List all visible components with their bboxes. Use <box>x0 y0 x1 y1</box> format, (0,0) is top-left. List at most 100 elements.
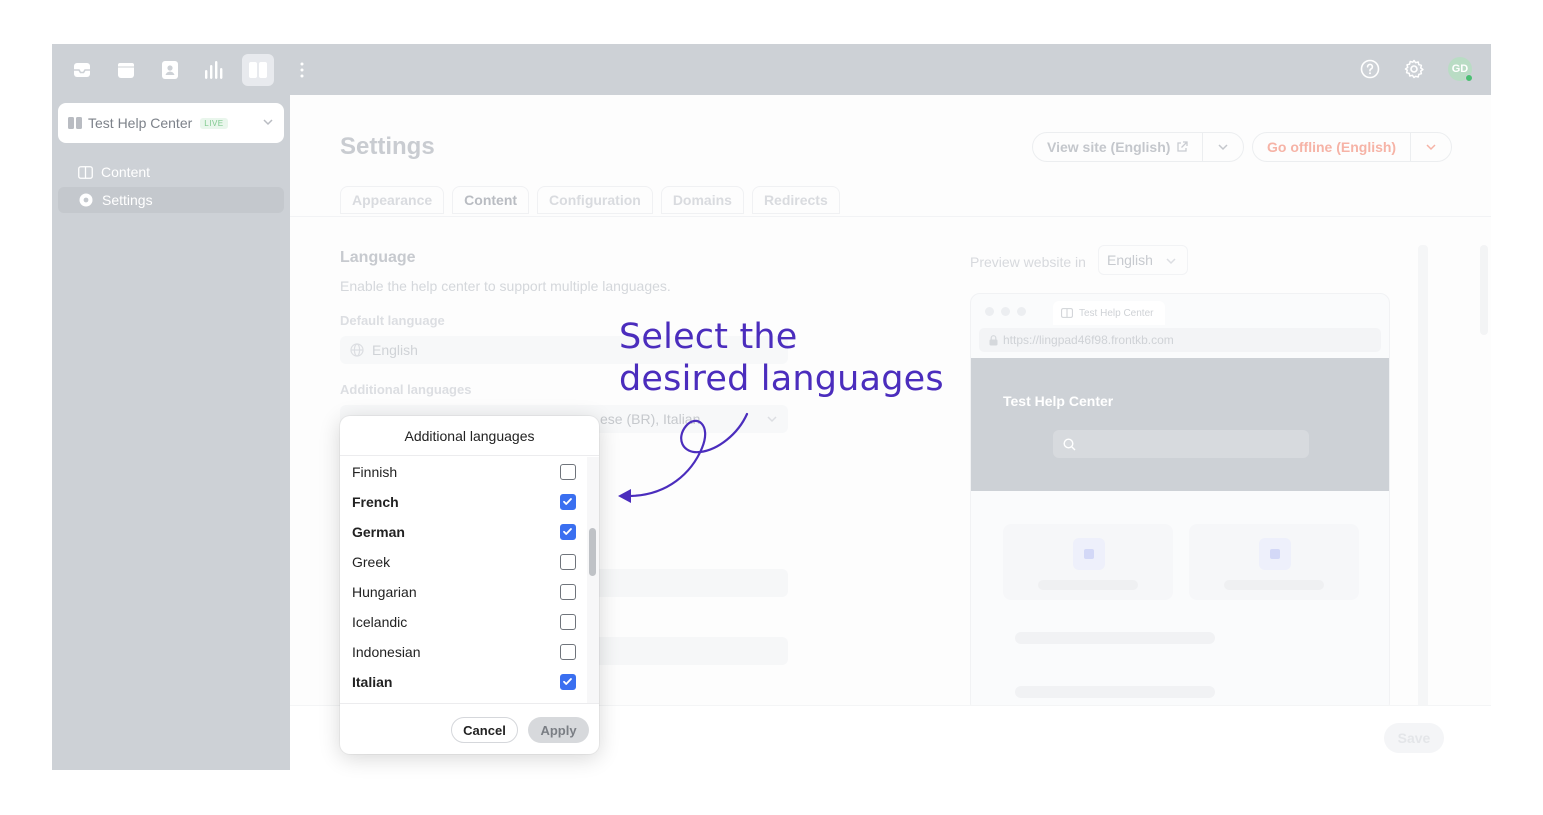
chevron-down-icon <box>1218 144 1228 151</box>
sidebar-item-content[interactable]: Content <box>58 159 284 185</box>
language-name: French <box>352 494 399 510</box>
preview-card <box>1003 524 1173 600</box>
gear-icon[interactable] <box>1401 56 1427 82</box>
help-center-selector[interactable]: Test Help Center LIVE <box>58 103 284 143</box>
knowledge-base-icon[interactable] <box>242 54 274 86</box>
list-item[interactable]: Hungarian <box>352 577 576 607</box>
tab-appearance[interactable]: Appearance <box>340 186 445 214</box>
contacts-icon[interactable] <box>154 54 186 86</box>
tutorial-annotation: Select the desired languages <box>619 316 944 400</box>
check-icon <box>563 678 572 685</box>
placeholder-row <box>590 637 788 665</box>
help-icon[interactable] <box>1357 56 1383 82</box>
list-item[interactable]: Finnish <box>352 457 576 487</box>
additional-languages-popover: Additional languages Finnish French Germ… <box>340 416 599 754</box>
list-item[interactable]: Italian <box>352 667 576 697</box>
window-dot <box>1017 307 1026 316</box>
list-item[interactable]: German <box>352 517 576 547</box>
preview-hero-title: Test Help Center <box>1003 393 1114 409</box>
language-name: German <box>352 524 405 540</box>
page-title: Settings <box>340 133 435 160</box>
list-scrollbar-thumb[interactable] <box>589 528 596 576</box>
checkbox[interactable] <box>560 464 576 480</box>
popover-footer: Cancel Apply <box>340 703 599 754</box>
language-section-description: Enable the help center to support multip… <box>340 278 671 294</box>
language-name: Icelandic <box>352 614 408 630</box>
top-bar: GD <box>52 44 1491 95</box>
preview-language-select[interactable]: English <box>1098 245 1188 275</box>
language-name: Indonesian <box>352 644 421 660</box>
go-offline-label: Go offline (English) <box>1267 139 1397 155</box>
go-offline-button[interactable]: Go offline (English) <box>1253 133 1410 161</box>
checkbox[interactable] <box>560 674 576 690</box>
language-name: Finnish <box>352 464 398 480</box>
external-link-icon <box>1177 141 1189 152</box>
sidebar: Test Help Center LIVE Content Settings <box>52 95 290 770</box>
placeholder-line <box>1015 686 1215 698</box>
apply-button[interactable]: Apply <box>528 717 589 743</box>
chevron-down-icon <box>1166 258 1176 265</box>
preview-scrollbar[interactable] <box>1418 245 1428 715</box>
checkbox[interactable] <box>560 554 576 570</box>
language-list: Finnish French German Greek Hungarian Ic… <box>340 457 587 703</box>
checkbox[interactable] <box>560 524 576 540</box>
chevron-down-icon <box>263 119 273 126</box>
divider <box>290 216 1491 217</box>
cancel-button[interactable]: Cancel <box>451 717 518 743</box>
view-site-label: View site (English) <box>1047 139 1171 155</box>
list-scrollbar-track[interactable] <box>587 457 599 703</box>
language-name: Greek <box>352 554 391 570</box>
placeholder-row <box>590 569 788 597</box>
list-item[interactable]: French <box>352 487 576 517</box>
preview-url: https://lingpad46f98.frontkb.com <box>1003 333 1174 347</box>
checkbox[interactable] <box>560 584 576 600</box>
knowledge-base-icon <box>68 117 82 129</box>
view-site-dropdown[interactable] <box>1203 133 1243 161</box>
go-offline-dropdown[interactable] <box>1411 133 1451 161</box>
page-scrollbar[interactable] <box>1480 245 1488 335</box>
save-button[interactable]: Save <box>1384 723 1444 753</box>
view-site-button[interactable]: View site (English) <box>1033 133 1202 161</box>
placeholder-line <box>1038 580 1138 590</box>
tab-domains[interactable]: Domains <box>660 186 744 214</box>
calendar-icon[interactable] <box>110 54 142 86</box>
avatar-initials: GD <box>1451 63 1469 75</box>
list-item[interactable]: Greek <box>352 547 576 577</box>
sidebar-item-label: Settings <box>102 192 153 208</box>
window-dot <box>1001 307 1010 316</box>
preview-card <box>1189 524 1359 600</box>
sidebar-item-settings[interactable]: Settings <box>58 187 284 213</box>
tab-content[interactable]: Content <box>452 186 530 214</box>
checkbox[interactable] <box>560 644 576 660</box>
check-icon <box>563 498 572 505</box>
category-icon <box>1073 538 1105 570</box>
more-icon[interactable] <box>286 54 318 86</box>
list-item[interactable]: Indonesian <box>352 637 576 667</box>
checkbox[interactable] <box>560 614 576 630</box>
book-icon <box>1061 308 1073 318</box>
go-offline-button-group: Go offline (English) <box>1252 132 1453 162</box>
language-name: Hungarian <box>352 584 417 600</box>
list-item[interactable]: Icelandic <box>352 607 576 637</box>
default-language-label: Default language <box>340 313 445 328</box>
chevron-down-icon <box>767 416 777 423</box>
preview-hero: Test Help Center <box>971 358 1389 491</box>
lock-icon <box>989 334 998 345</box>
additional-languages-label: Additional languages <box>340 382 472 397</box>
tab-configuration[interactable]: Configuration <box>537 186 653 214</box>
preview-search-bar <box>1053 430 1309 458</box>
preview-browser-tab: Test Help Center <box>1053 301 1165 325</box>
checkbox[interactable] <box>560 494 576 510</box>
search-icon <box>1063 437 1076 450</box>
inbox-icon[interactable] <box>66 54 98 86</box>
chevron-down-icon <box>1426 144 1436 151</box>
preview-language-value: English <box>1107 252 1153 268</box>
view-site-button-group: View site (English) <box>1032 132 1245 162</box>
placeholder-line <box>1224 580 1324 590</box>
preview-url-bar: https://lingpad46f98.frontkb.com <box>979 328 1381 352</box>
default-language-value: English <box>372 342 418 358</box>
app-window: GD Test Help Center LIVE Content Setting… <box>52 44 1491 770</box>
settings-tabs: Appearance Content Configuration Domains… <box>340 186 840 214</box>
analytics-icon[interactable] <box>198 54 230 86</box>
tab-redirects[interactable]: Redirects <box>751 186 840 214</box>
